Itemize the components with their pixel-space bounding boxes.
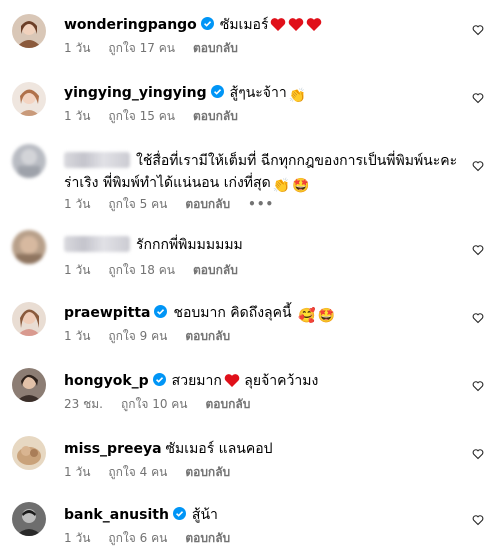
verified-badge-icon	[172, 507, 186, 520]
verified-badge-icon	[154, 305, 168, 318]
username[interactable]: praewpitta	[64, 305, 150, 321]
reply-button[interactable]: ตอบกลับ	[185, 465, 230, 479]
red-heart-icon	[289, 18, 304, 31]
like-count[interactable]: ถูกใจ 4 คน	[108, 465, 167, 479]
avatar[interactable]	[12, 436, 46, 470]
comment-text: สู้ๆนะจ้าา	[229, 85, 287, 101]
timestamp: 1 วัน	[64, 531, 91, 545]
like-heart-icon[interactable]	[472, 312, 484, 324]
like-count[interactable]: ถูกใจ 9 คน	[108, 329, 167, 343]
avatar[interactable]	[12, 368, 46, 402]
timestamp: 1 วัน	[64, 329, 91, 343]
username[interactable]: hongyok_p	[64, 373, 149, 389]
username[interactable]: yingying_yingying	[64, 85, 207, 101]
comment-text: สวยมาก	[171, 373, 222, 389]
reply-button[interactable]: ตอบกลับ	[193, 263, 238, 277]
like-count[interactable]: ถูกใจ 17 คน	[108, 41, 175, 55]
username-blurred[interactable]	[64, 236, 130, 252]
avatar[interactable]	[12, 302, 46, 336]
reply-button[interactable]: ตอบกลับ	[193, 109, 238, 123]
red-heart-icon	[307, 18, 322, 31]
more-options-button[interactable]: •••	[248, 197, 274, 211]
username[interactable]: wonderingpango	[64, 17, 197, 33]
like-heart-icon[interactable]	[472, 24, 484, 36]
star-struck-face-icon: 🤩	[317, 308, 335, 324]
like-count[interactable]: ถูกใจ 18 คน	[108, 263, 175, 277]
comment-text-line2: ร่าเริง พี่พิมพ์ทำได้แน่นอน เก่งที่สุด	[64, 175, 271, 191]
timestamp: 1 วัน	[64, 197, 91, 211]
timestamp: 1 วัน	[64, 465, 91, 479]
like-heart-icon[interactable]	[472, 514, 484, 526]
like-count[interactable]: ถูกใจ 6 คน	[108, 531, 167, 545]
red-heart-icon	[224, 374, 240, 387]
like-count[interactable]: ถูกใจ 10 คน	[121, 397, 188, 411]
like-heart-icon[interactable]	[472, 244, 484, 256]
reply-button[interactable]: ตอบกลับ	[193, 41, 238, 55]
username[interactable]: bank_anusith	[64, 507, 169, 523]
username-blurred[interactable]	[64, 152, 130, 168]
comment-text: ซัมเมอร์ แลนคอป	[165, 441, 273, 457]
like-count[interactable]: ถูกใจ 5 คน	[108, 197, 167, 211]
comment-text: สู้น้า	[191, 507, 218, 523]
comment-text: รักกกพี่พิมมมมมม	[136, 237, 243, 253]
like-heart-icon[interactable]	[472, 92, 484, 104]
username[interactable]: miss_preeya	[64, 441, 162, 457]
reply-button[interactable]: ตอบกลับ	[206, 397, 251, 411]
timestamp: 1 วัน	[64, 263, 91, 277]
like-count[interactable]: ถูกใจ 15 คน	[108, 109, 175, 123]
comment-text-after: ลุยจ้าคว้ามง	[244, 373, 319, 389]
clapping-hands-icon: 👏	[272, 178, 291, 194]
avatar[interactable]	[12, 502, 46, 536]
avatar[interactable]	[12, 82, 46, 116]
like-heart-icon[interactable]	[472, 160, 484, 172]
comment-text: ชอบมาก คิดถึงลุคนี้	[173, 305, 292, 321]
timestamp: 1 วัน	[64, 109, 91, 123]
star-struck-face-icon: 🤩	[292, 178, 310, 194]
avatar[interactable]	[12, 14, 46, 48]
clapping-hands-icon: 👏	[288, 88, 307, 104]
reply-button[interactable]: ตอบกลับ	[185, 197, 230, 211]
like-heart-icon[interactable]	[472, 380, 484, 392]
verified-badge-icon	[210, 85, 224, 98]
reply-button[interactable]: ตอบกลับ	[185, 531, 230, 545]
like-heart-icon[interactable]	[472, 448, 484, 460]
verified-badge-icon	[152, 373, 166, 386]
reply-button[interactable]: ตอบกลับ	[185, 329, 230, 343]
timestamp: 23 ชม.	[64, 397, 103, 411]
avatar[interactable]	[12, 144, 46, 178]
comment-text: ใช้สื่อที่เรามีให้เต็มที่ ฉีกทุกกฎของการ…	[136, 153, 458, 169]
red-heart-icon	[271, 18, 286, 31]
avatar[interactable]	[12, 230, 46, 264]
timestamp: 1 วัน	[64, 41, 91, 55]
verified-badge-icon	[200, 17, 214, 30]
comment-text: ซัมเมอร์	[219, 17, 269, 33]
smiling-hearts-face-icon: 🥰	[298, 308, 316, 324]
